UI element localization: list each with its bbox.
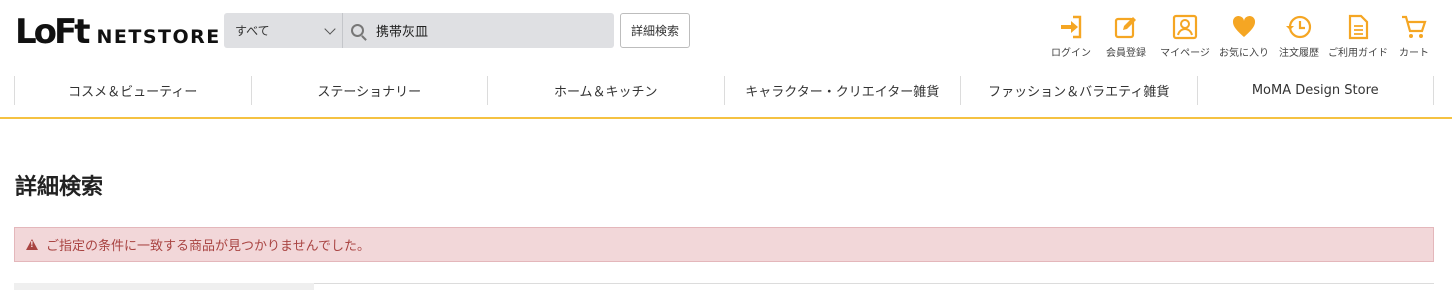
utility-login[interactable]: ログイン xyxy=(1041,13,1101,59)
alert-message: ご指定の条件に一致する商品が見つかりませんでした。 xyxy=(46,239,370,254)
category-nav: コスメ＆ビューティー ステーショナリー ホーム＆キッチン キャラクター・クリエイ… xyxy=(14,76,1434,105)
user-icon xyxy=(1171,13,1199,41)
sidebar-panel xyxy=(14,283,314,290)
utility-cart[interactable]: カート xyxy=(1384,13,1444,59)
content-divider xyxy=(314,283,1434,284)
utility-label: お気に入り xyxy=(1219,48,1269,59)
search-icon xyxy=(351,24,364,37)
search-bar: すべて 携帯灰皿 xyxy=(224,13,614,48)
login-icon xyxy=(1057,13,1085,41)
category-cosme[interactable]: コスメ＆ビューティー xyxy=(15,76,252,105)
utility-favorites[interactable]: お気に入り xyxy=(1214,13,1274,59)
document-icon xyxy=(1344,13,1372,41)
logo-text: NETSTORE xyxy=(96,26,221,48)
no-results-alert: ご指定の条件に一致する商品が見つかりませんでした。 xyxy=(14,227,1434,262)
advanced-search-button[interactable]: 詳細検索 xyxy=(620,13,690,48)
chevron-down-icon xyxy=(324,22,336,35)
utility-label: ご利用ガイド xyxy=(1328,48,1388,59)
page-title: 詳細検索 xyxy=(15,175,104,200)
utility-label: ログイン xyxy=(1051,48,1091,59)
search-scope-select[interactable]: すべて xyxy=(224,13,343,48)
utility-register[interactable]: 会員登録 xyxy=(1096,13,1156,59)
utility-guide[interactable]: ご利用ガイド xyxy=(1328,13,1388,59)
utility-label: 注文履歴 xyxy=(1279,48,1319,59)
category-stationery[interactable]: ステーショナリー xyxy=(252,76,488,105)
search-query: 携帯灰皿 xyxy=(376,25,429,40)
cart-icon xyxy=(1400,13,1428,41)
utility-label: 会員登録 xyxy=(1106,48,1146,59)
header-divider xyxy=(0,117,1452,119)
utility-mypage[interactable]: マイページ xyxy=(1155,13,1215,59)
heart-icon xyxy=(1230,13,1258,41)
warning-icon xyxy=(26,239,38,250)
logo-mark: LoFt xyxy=(15,12,90,52)
category-fashion[interactable]: ファッション＆バラエティ雑貨 xyxy=(961,76,1198,105)
category-home-kitchen[interactable]: ホーム＆キッチン xyxy=(488,76,725,105)
search-scope-value: すべて xyxy=(235,24,270,38)
category-character[interactable]: キャラクター・クリエイター雑貨 xyxy=(725,76,961,105)
loft-logo[interactable]: LoFt NETSTORE xyxy=(15,13,221,49)
history-icon xyxy=(1285,13,1313,41)
edit-icon xyxy=(1112,13,1140,41)
category-moma[interactable]: MoMA Design Store xyxy=(1198,76,1434,105)
search-input[interactable]: 携帯灰皿 xyxy=(343,13,614,48)
utility-order-history[interactable]: 注文履歴 xyxy=(1269,13,1329,59)
utility-label: マイページ xyxy=(1160,48,1210,59)
utility-label: カート xyxy=(1399,48,1429,59)
